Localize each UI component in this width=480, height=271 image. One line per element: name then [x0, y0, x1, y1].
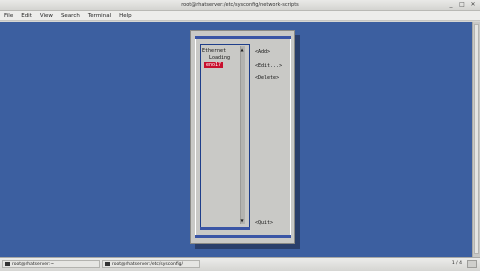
add-button[interactable]: <Add>	[255, 49, 270, 55]
list-header-ethernet: Ethernet	[202, 48, 227, 54]
connection-list-bottom-border	[200, 227, 250, 230]
taskbar-item-terminal-2[interactable]: root@rhatserver:/etc/sysconfig/	[102, 260, 200, 268]
taskbar-item-label: root@rhatserver:/etc/sysconfig/	[112, 262, 184, 267]
close-icon[interactable]: ✕	[469, 1, 477, 9]
taskbar: root@rhatserver:~ root@rhatserver:/etc/s…	[0, 257, 480, 271]
menu-search[interactable]: Search	[61, 11, 80, 20]
maximize-icon[interactable]: □	[458, 1, 466, 9]
taskbar-item-label: root@rhatserver:~	[12, 262, 55, 267]
taskbar-item-terminal-1[interactable]: root@rhatserver:~	[2, 260, 100, 268]
menu-terminal[interactable]: Terminal	[88, 11, 111, 20]
window-title: root@rhatserver:/etc/sysconfig/network-s…	[181, 2, 299, 8]
workspace-pager[interactable]: 1 / 4	[452, 260, 462, 268]
edit-button[interactable]: <Edit...>	[255, 63, 282, 69]
menu-file[interactable]: File	[4, 11, 13, 20]
nmtui-dialog: ▲ ▼ Ethernet Loading eno17 <Add> <Edit..…	[190, 30, 295, 244]
terminal-scrollbar-thumb[interactable]	[474, 24, 479, 254]
menu-bar: File Edit View Search Terminal Help	[0, 11, 480, 21]
terminal-icon	[105, 261, 110, 266]
delete-button[interactable]: <Delete>	[255, 75, 279, 81]
dialog-top-border	[195, 36, 291, 39]
tray-icon[interactable]	[467, 260, 477, 268]
quit-button[interactable]: <Quit>	[255, 220, 273, 226]
window-titlebar: root@rhatserver:/etc/sysconfig/network-s…	[0, 0, 480, 11]
terminal-icon	[5, 261, 10, 266]
list-item-selected[interactable]: eno17	[204, 62, 224, 68]
window-controls: _ □ ✕	[447, 1, 477, 9]
minimize-icon[interactable]: _	[447, 1, 455, 9]
dialog-bottom-border	[195, 235, 291, 238]
scroll-down-icon[interactable]: ▼	[239, 218, 245, 223]
connection-list-scrollbar[interactable]	[240, 46, 245, 224]
scroll-up-icon[interactable]: ▲	[239, 47, 245, 52]
menu-view[interactable]: View	[40, 11, 53, 20]
list-item[interactable]: Loading	[209, 55, 230, 61]
menu-edit[interactable]: Edit	[21, 11, 32, 20]
menu-help[interactable]: Help	[119, 11, 132, 20]
